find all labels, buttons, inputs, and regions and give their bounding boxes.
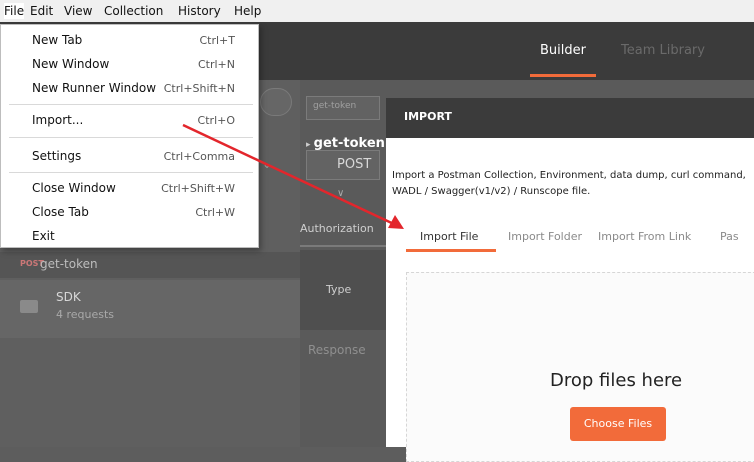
annotation-arrow bbox=[182, 123, 404, 229]
annotation-arrow-line bbox=[182, 123, 399, 228]
